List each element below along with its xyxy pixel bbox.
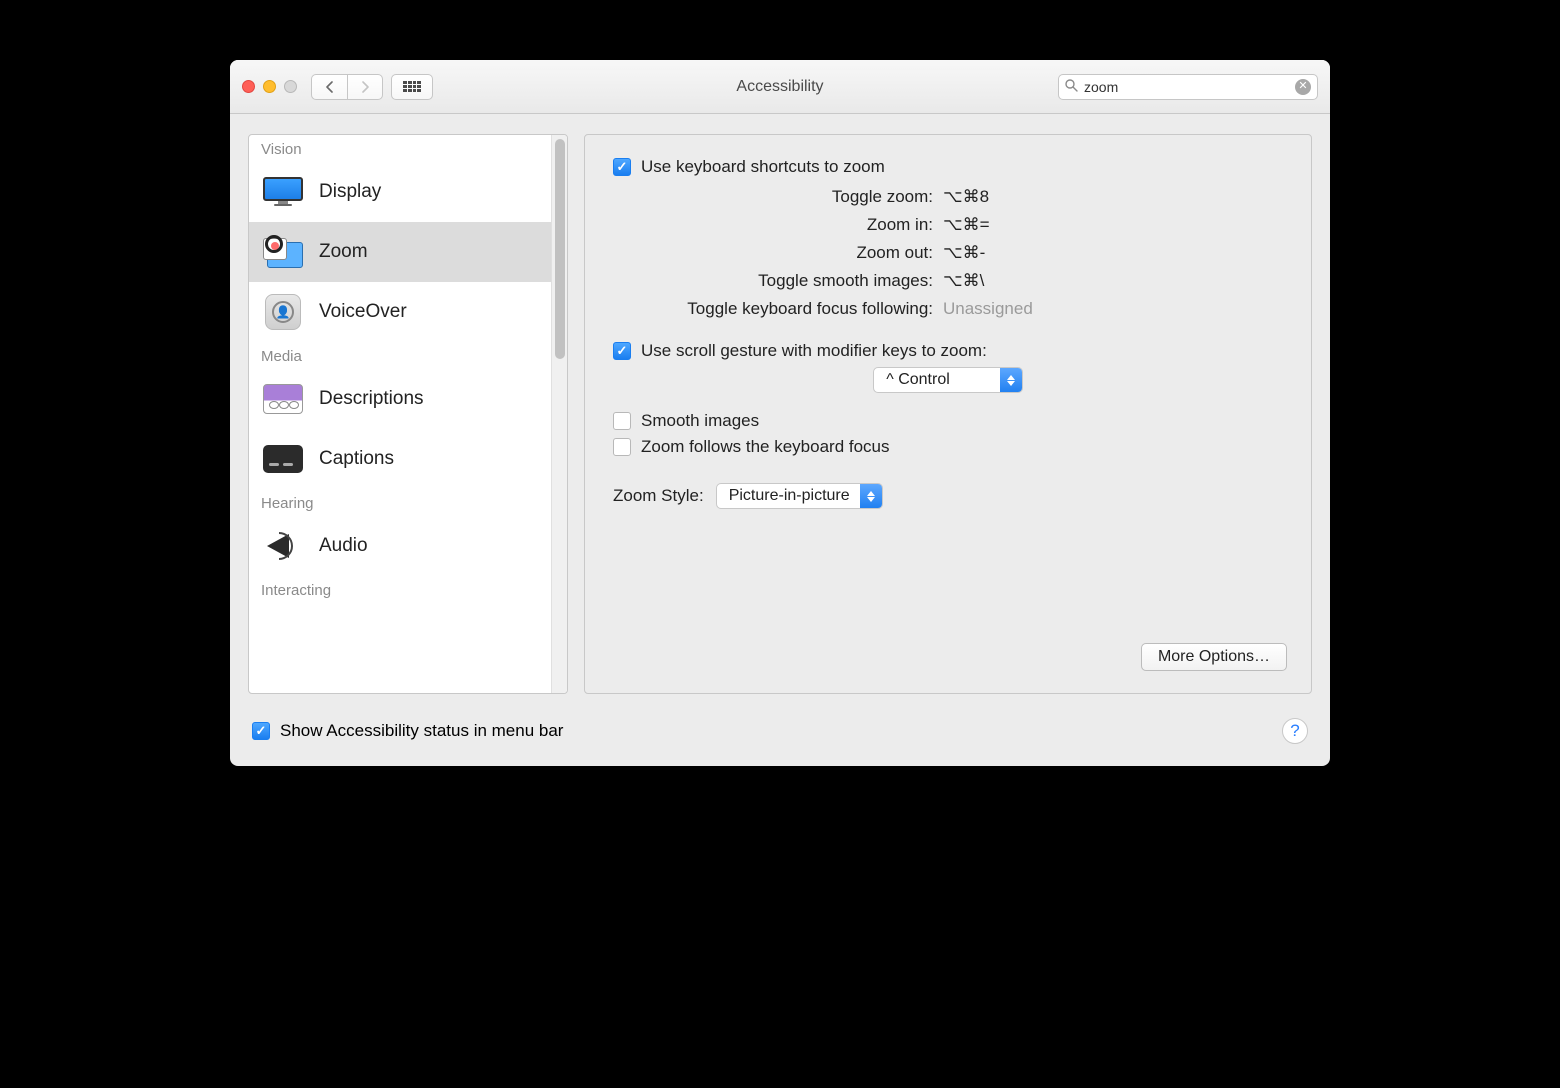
- section-interacting: Interacting: [249, 576, 551, 603]
- section-vision: Vision: [249, 135, 551, 162]
- shortcuts-list: Toggle zoom: ⌥⌘8 Zoom in: ⌥⌘= Zoom out: …: [613, 183, 1283, 323]
- toggle-focus-label: Toggle keyboard focus following:: [613, 295, 943, 323]
- sidebar-item-voiceover[interactable]: 👤 VoiceOver: [249, 282, 551, 342]
- sidebar-item-label: Zoom: [319, 241, 368, 263]
- search-input[interactable]: [1084, 79, 1295, 95]
- grid-icon: [403, 81, 421, 93]
- forward-button: [347, 74, 383, 100]
- audio-icon: [261, 526, 305, 566]
- close-button[interactable]: [242, 80, 255, 93]
- use-keyboard-shortcuts-checkbox[interactable]: [613, 158, 631, 176]
- nav-buttons: [311, 74, 383, 100]
- descriptions-icon: [261, 379, 305, 419]
- sidebar-item-label: Captions: [319, 448, 394, 470]
- footer: Show Accessibility status in menu bar ?: [230, 706, 1330, 766]
- zoom-style-label: Zoom Style:: [613, 486, 704, 506]
- smooth-images-label: Smooth images: [641, 411, 759, 431]
- toggle-smooth-shortcut: ⌥⌘\: [943, 267, 984, 295]
- sidebar-item-captions[interactable]: Captions: [249, 429, 551, 489]
- chevron-right-icon: [361, 81, 370, 93]
- sidebar-list: Vision Display Zoom 👤: [249, 135, 551, 693]
- sidebar-item-label: Audio: [319, 535, 368, 557]
- dropdown-arrow-icon: [860, 483, 882, 509]
- main-panel: Use keyboard shortcuts to zoom Toggle zo…: [584, 134, 1312, 694]
- dropdown-arrow-icon: [1000, 367, 1022, 393]
- toggle-smooth-label: Toggle smooth images:: [613, 267, 943, 295]
- display-icon: [261, 172, 305, 212]
- toggle-zoom-label: Toggle zoom:: [613, 183, 943, 211]
- voiceover-icon: 👤: [261, 292, 305, 332]
- sidebar-item-label: Display: [319, 181, 381, 203]
- captions-icon: [261, 439, 305, 479]
- zoom-in-shortcut: ⌥⌘=: [943, 211, 990, 239]
- sidebar-item-audio[interactable]: Audio: [249, 516, 551, 576]
- show-status-checkbox[interactable]: [252, 722, 270, 740]
- clear-search-button[interactable]: ✕: [1295, 79, 1311, 95]
- accessibility-window: Accessibility ✕ Vision Display: [230, 60, 1330, 766]
- zoom-out-label: Zoom out:: [613, 239, 943, 267]
- use-scroll-gesture-label: Use scroll gesture with modifier keys to…: [641, 341, 987, 361]
- zoom-out-shortcut: ⌥⌘-: [943, 239, 985, 267]
- traffic-lights: [242, 80, 297, 93]
- sidebar: Vision Display Zoom 👤: [248, 134, 568, 694]
- zoom-style-value: Picture-in-picture: [717, 487, 860, 505]
- zoom-in-label: Zoom in:: [613, 211, 943, 239]
- sidebar-item-zoom[interactable]: Zoom: [249, 222, 551, 282]
- sidebar-item-descriptions[interactable]: Descriptions: [249, 369, 551, 429]
- zoom-follows-focus-label: Zoom follows the keyboard focus: [641, 437, 890, 457]
- back-button[interactable]: [311, 74, 347, 100]
- sidebar-item-label: VoiceOver: [319, 301, 407, 323]
- use-scroll-gesture-checkbox[interactable]: [613, 342, 631, 360]
- show-status-label: Show Accessibility status in menu bar: [280, 721, 563, 741]
- show-all-button[interactable]: [391, 74, 433, 100]
- section-media: Media: [249, 342, 551, 369]
- more-options-button[interactable]: More Options…: [1141, 643, 1287, 671]
- help-icon: ?: [1290, 721, 1299, 741]
- search-field-wrap[interactable]: ✕: [1058, 74, 1318, 100]
- smooth-images-checkbox[interactable]: [613, 412, 631, 430]
- maximize-button: [284, 80, 297, 93]
- modifier-key-dropdown[interactable]: ^ Control: [873, 367, 1023, 393]
- minimize-button[interactable]: [263, 80, 276, 93]
- titlebar: Accessibility ✕: [230, 60, 1330, 114]
- help-button[interactable]: ?: [1282, 718, 1308, 744]
- body: Vision Display Zoom 👤: [230, 114, 1330, 706]
- sidebar-scrollbar[interactable]: [551, 135, 567, 693]
- section-hearing: Hearing: [249, 489, 551, 516]
- toggle-focus-shortcut: Unassigned: [943, 295, 1033, 323]
- search-icon: [1065, 79, 1078, 95]
- sidebar-item-display[interactable]: Display: [249, 162, 551, 222]
- use-keyboard-shortcuts-label: Use keyboard shortcuts to zoom: [641, 157, 885, 177]
- chevron-left-icon: [325, 81, 334, 93]
- modifier-key-value: ^ Control: [874, 371, 1000, 389]
- zoom-icon: [261, 232, 305, 272]
- toggle-zoom-shortcut: ⌥⌘8: [943, 183, 989, 211]
- sidebar-item-label: Descriptions: [319, 388, 424, 410]
- scrollbar-thumb[interactable]: [555, 139, 565, 359]
- zoom-follows-focus-checkbox[interactable]: [613, 438, 631, 456]
- zoom-style-dropdown[interactable]: Picture-in-picture: [716, 483, 883, 509]
